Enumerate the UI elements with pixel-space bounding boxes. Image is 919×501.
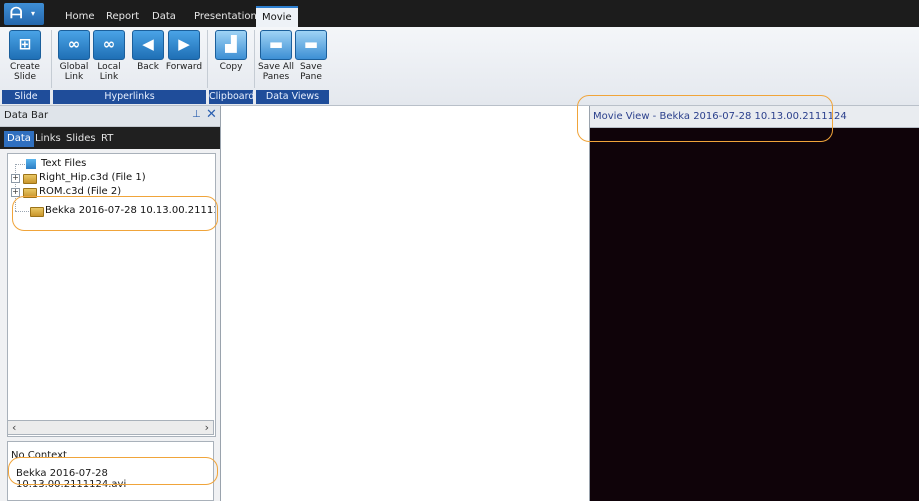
global-link-button[interactable]: ∞ Global Link [56,30,92,82]
copy-button[interactable]: ▟ Copy [211,30,251,72]
context-box: No Context Bekka 2016-07-28 10.13.00.211… [7,441,214,501]
save-all-panes-button[interactable]: ▬ Save All Panes [257,30,295,82]
forward-label: Forward [165,62,203,72]
chevron-down-icon: ▾ [31,9,36,18]
link-icon: ∞ [93,30,125,60]
folder-icon [23,174,37,184]
data-tree: Text Files + Right_Hip.c3d (File 1) + RO… [7,153,216,437]
save-panes-icon: ▬ [260,30,292,60]
tree-item-label: Text Files [41,158,87,169]
tree-item-label: ROM.c3d (File 2) [39,186,122,197]
expand-icon[interactable]: + [11,188,20,197]
menu-presentation[interactable]: Presentation [188,8,263,27]
tree-item-label: Right_Hip.c3d (File 1) [39,172,146,183]
ribbon-group-hyperlinks: Hyperlinks [53,90,206,104]
folder-icon [23,188,37,198]
local-link-button[interactable]: ∞ Local Link [92,30,126,82]
tree-item-label: Bekka 2016-07-28 10.13.00.2111124.avi [45,205,215,216]
save-all-label-1: Save All [257,62,295,72]
tree-line [15,164,25,165]
global-link-label-2: Link [64,72,84,82]
movie-view-canvas[interactable] [590,128,919,501]
tab-data[interactable]: Data [4,131,34,147]
link-icon: ∞ [58,30,90,60]
ribbon-group-clipboard: Clipboard [209,90,255,104]
ribbon: ⊞ Create Slide ∞ Global Link ∞ Local Lin… [0,27,919,106]
context-item[interactable]: Bekka 2016-07-28 10.13.00.2111124.avi [16,468,213,490]
save-pane-label-2: Pane [300,72,322,82]
ribbon-group-slide: Slide [2,90,50,104]
arrow-right-icon: ▶ [168,30,200,60]
ribbon-separator [51,30,52,88]
tab-rt[interactable]: RT [98,131,116,147]
arrow-left-icon: ◀ [132,30,164,60]
save-pane-icon: ▬ [295,30,327,60]
menu-home[interactable]: Home [59,8,101,27]
app-logo-icon: ᗩ [10,4,23,22]
ribbon-separator [254,30,255,88]
data-bar-tabs: Data Links Slides RT [0,127,220,149]
data-bar-panel: Data Bar ⊥ ✕ Data Links Slides RT Text F… [0,106,221,501]
tree-horizontal-scrollbar[interactable]: ‹ › [7,420,214,435]
context-title: No Context [11,450,67,461]
tree-line [15,211,29,212]
folder-icon [30,207,44,217]
scroll-left-icon[interactable]: ‹ [12,421,16,434]
expand-icon[interactable]: + [11,174,20,183]
menu-data[interactable]: Data [146,8,182,27]
menu-bar: ᗩ ▾ Home Report Data Presentation Movie [0,0,919,27]
tab-slides[interactable]: Slides [63,131,99,147]
copy-label: Copy [219,62,243,72]
create-slide-icon: ⊞ [9,30,41,60]
back-label: Back [137,62,159,72]
local-link-label-2: Link [99,72,119,82]
ribbon-separator [207,30,208,88]
ribbon-group-data-views: Data Views [256,90,329,104]
local-link-label-1: Local [97,62,121,72]
text-files-icon [26,159,36,169]
close-icon[interactable]: ✕ [206,107,217,122]
forward-button[interactable]: ▶ Forward [165,30,203,72]
copy-image-icon: ▟ [215,30,247,60]
tab-links[interactable]: Links [32,131,64,147]
data-bar-title: Data Bar [4,110,49,121]
application-menu-button[interactable]: ᗩ ▾ [4,3,44,25]
global-link-label-1: Global [59,62,89,72]
create-slide-button[interactable]: ⊞ Create Slide [5,30,45,82]
scroll-right-icon[interactable]: › [205,421,209,434]
pin-icon[interactable]: ⊥ [192,109,201,120]
create-slide-label-1: Create [10,62,40,72]
workspace-pane[interactable] [221,106,590,501]
movie-view-title: Movie View - Bekka 2016-07-28 10.13.00.2… [593,111,847,122]
menu-report[interactable]: Report [100,8,145,27]
movie-view-header: Movie View - Bekka 2016-07-28 10.13.00.2… [590,106,919,128]
back-button[interactable]: ◀ Back [131,30,165,72]
save-all-label-2: Panes [262,72,290,82]
save-pane-button[interactable]: ▬ Save Pane [295,30,327,82]
save-pane-label-1: Save [299,62,323,72]
create-slide-label-2: Slide [14,72,36,82]
data-bar-header: Data Bar ⊥ ✕ [0,106,220,127]
menu-movie[interactable]: Movie [256,6,298,27]
